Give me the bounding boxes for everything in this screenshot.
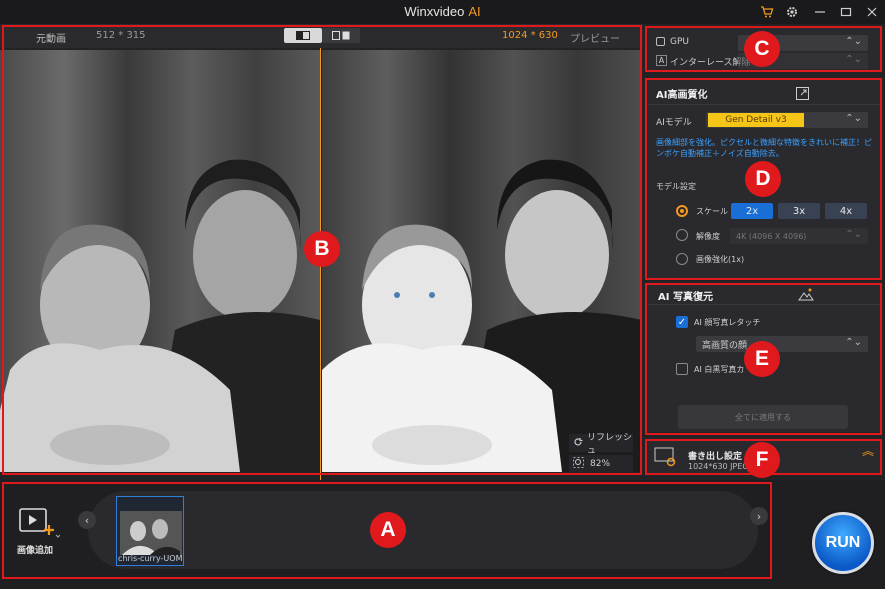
minimize-icon[interactable] [811, 3, 829, 21]
cart-icon[interactable] [758, 3, 776, 21]
annotation-badge-b: B [304, 231, 340, 267]
title-bar: Winxvideo AI [0, 0, 885, 24]
app-title: Winxvideo AI [404, 4, 481, 19]
gear-icon[interactable] [783, 3, 801, 21]
close-icon[interactable] [863, 3, 881, 21]
app-window: Winxvideo AI 元動画 512 * 315 1024 * 630 プレビ… [0, 0, 885, 589]
annotation-badge-e: E [744, 341, 780, 377]
run-button[interactable]: RUN [812, 512, 874, 574]
annotation-badge-a: A [370, 512, 406, 548]
annotation-badge-c: C [744, 31, 780, 67]
annotation-badge-d: D [745, 161, 781, 197]
maximize-icon[interactable] [837, 3, 855, 21]
annotation-badge-f: F [744, 442, 780, 478]
